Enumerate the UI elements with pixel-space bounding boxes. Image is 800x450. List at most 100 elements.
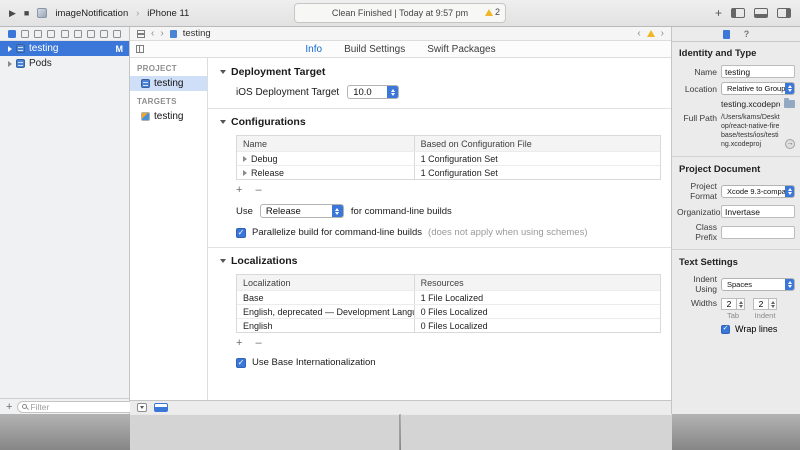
- wrap-lines-checkbox[interactable]: ✓: [721, 325, 730, 334]
- editor-area: ‹ › testing ‹ › Info Build Settings Swif…: [130, 27, 672, 414]
- stepper-arrows-icon[interactable]: [737, 298, 745, 310]
- navigator-item-pods[interactable]: Pods: [0, 56, 129, 71]
- source-control-navigator-icon[interactable]: [21, 30, 29, 38]
- table-row[interactable]: Base 1 File Localized: [237, 290, 660, 304]
- disclosure-open-icon: [220, 120, 226, 124]
- debug-disclosure-button[interactable]: [137, 403, 147, 412]
- project-item-testing[interactable]: testing: [130, 76, 207, 91]
- table-row[interactable]: English, deprecated — Development Langua…: [237, 304, 660, 318]
- section-deployment-target[interactable]: Deployment Target: [220, 66, 661, 78]
- tab-swift-packages[interactable]: Swift Packages: [427, 44, 495, 55]
- inspector-toggle-button[interactable]: [777, 8, 791, 18]
- config-based-on: 1 Configuration Set: [415, 152, 660, 165]
- test-navigator-icon[interactable]: [74, 30, 82, 38]
- file-icon: [170, 30, 177, 38]
- document-section-title: Project Document: [679, 164, 795, 175]
- command-line-config-popup[interactable]: Release: [260, 204, 344, 218]
- stepper-arrows-icon[interactable]: [769, 298, 777, 310]
- file-inspector-icon[interactable]: [723, 30, 730, 39]
- main-row: testing M Pods + ‹: [0, 27, 800, 414]
- section-title: Localizations: [231, 255, 298, 267]
- disclosure-icon[interactable]: [8, 46, 12, 52]
- tab-width-value[interactable]: 2: [721, 298, 737, 310]
- toolbar-right: +: [715, 8, 800, 18]
- breakpoint-navigator-icon[interactable]: [100, 30, 108, 38]
- library-button[interactable]: +: [715, 8, 722, 18]
- localization-name: Base: [237, 291, 415, 304]
- remove-configuration-button[interactable]: –: [255, 185, 261, 195]
- reveal-in-finder-button[interactable]: →: [785, 139, 795, 149]
- deployment-target-popup[interactable]: 10.0: [347, 85, 399, 99]
- breadcrumb-file[interactable]: testing: [183, 28, 211, 39]
- add-localization-button[interactable]: +: [236, 338, 242, 348]
- tab-build-settings[interactable]: Build Settings: [344, 44, 405, 55]
- table-row[interactable]: Release 1 Configuration Set: [237, 165, 660, 179]
- remove-localization-button[interactable]: –: [255, 338, 261, 348]
- next-issue-button[interactable]: ›: [661, 29, 664, 39]
- tab-info[interactable]: Info: [305, 44, 322, 55]
- filter-input[interactable]: [30, 402, 141, 412]
- parallelize-checkbox[interactable]: ✓: [236, 228, 246, 238]
- name-field[interactable]: [721, 65, 795, 78]
- run-button[interactable]: ▶: [9, 8, 16, 19]
- disclosure-icon[interactable]: [243, 156, 247, 162]
- project-format-popup[interactable]: Xcode 9.3-compatible: [721, 185, 795, 198]
- popup-value: Spaces: [722, 279, 785, 290]
- quick-help-icon[interactable]: ?: [744, 30, 750, 39]
- indent-width-value[interactable]: 2: [753, 298, 769, 310]
- inspector-tabbar: ?: [672, 27, 800, 42]
- base-internationalization-label: Use Base Internationalization: [252, 357, 376, 368]
- stop-button[interactable]: ■: [24, 8, 29, 18]
- class-prefix-field[interactable]: [721, 226, 795, 239]
- location-popup[interactable]: Relative to Group: [721, 82, 795, 95]
- parallelize-note: (does not apply when using schemes): [428, 227, 587, 238]
- project-list-toggle[interactable]: [136, 45, 144, 53]
- issue-warning-icon[interactable]: [647, 30, 655, 37]
- navigator-toggle-button[interactable]: [731, 8, 745, 18]
- base-internationalization-checkbox[interactable]: ✓: [236, 358, 246, 368]
- project-file-icon: [141, 79, 150, 88]
- section-localizations[interactable]: Localizations: [220, 255, 661, 267]
- configurations-table: Name Based on Configuration File Debug 1…: [236, 135, 661, 180]
- project-target-list: PROJECT testing TARGETS testing: [130, 58, 208, 400]
- add-configuration-button[interactable]: +: [236, 185, 242, 195]
- hide-debug-area-button[interactable]: [154, 403, 168, 412]
- report-navigator-icon[interactable]: [113, 30, 121, 38]
- disclosure-icon[interactable]: [243, 170, 247, 176]
- back-button[interactable]: ‹: [151, 29, 154, 39]
- project-navigator-icon[interactable]: [8, 30, 16, 38]
- indent-using-popup[interactable]: Spaces: [721, 278, 795, 291]
- find-navigator-icon[interactable]: [47, 30, 55, 38]
- choose-folder-button[interactable]: [784, 100, 795, 108]
- debug-navigator-icon[interactable]: [87, 30, 95, 38]
- project-header: PROJECT: [130, 58, 207, 76]
- inspector-divider: [672, 249, 800, 250]
- navigator-item-testing[interactable]: testing M: [0, 41, 129, 56]
- device-selector[interactable]: iPhone 11: [147, 8, 189, 19]
- warning-badge[interactable]: 2: [485, 7, 500, 17]
- background-window-pane-right: [401, 414, 672, 450]
- inspector-divider: [672, 156, 800, 157]
- column-header-name: Name: [237, 136, 415, 151]
- tab-width-stepper[interactable]: 2: [721, 298, 745, 310]
- symbol-navigator-icon[interactable]: [34, 30, 42, 38]
- table-row[interactable]: Debug 1 Configuration Set: [237, 151, 660, 165]
- section-configurations[interactable]: Configurations: [220, 116, 661, 128]
- scheme-selector[interactable]: imageNotification: [55, 8, 128, 19]
- project-file-name: testing.xcodeproj: [721, 99, 780, 109]
- indent-width-stepper[interactable]: 2: [753, 298, 777, 310]
- target-item-testing[interactable]: testing: [130, 109, 207, 124]
- activity-viewer: Clean Finished | Today at 9:57 pm 2: [294, 3, 506, 23]
- related-items-icon[interactable]: [137, 30, 145, 38]
- filter-field[interactable]: [17, 401, 146, 413]
- forward-button[interactable]: ›: [160, 29, 163, 39]
- navigator-item-label: Pods: [29, 58, 52, 69]
- add-file-button[interactable]: +: [6, 402, 12, 412]
- disclosure-icon[interactable]: [8, 61, 12, 67]
- debug-area-toggle-button[interactable]: [754, 8, 768, 18]
- table-row[interactable]: English 0 Files Localized: [237, 318, 660, 332]
- popup-value: Release: [261, 205, 332, 217]
- organization-field[interactable]: [721, 205, 795, 218]
- previous-issue-button[interactable]: ‹: [637, 29, 640, 39]
- issue-navigator-icon[interactable]: [61, 30, 69, 38]
